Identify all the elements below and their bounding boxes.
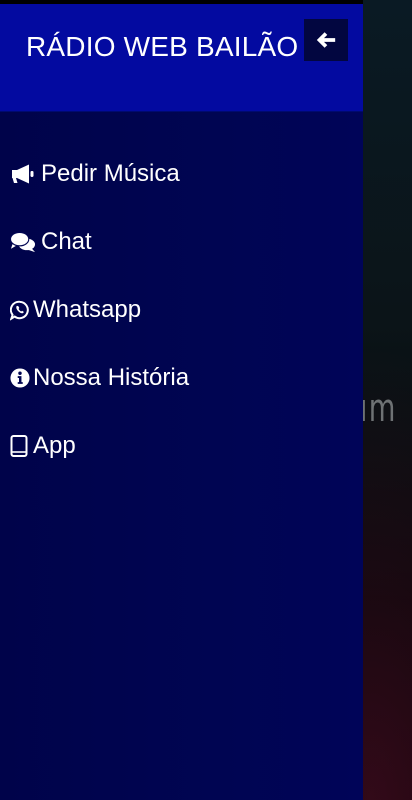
info-circle-icon (10, 366, 30, 390)
arrow-left-icon (316, 32, 336, 48)
drawer-menu: Pedir Música Chat Whatsapp Nossa Históri… (0, 140, 363, 480)
menu-item-label: Whatsapp (33, 296, 142, 323)
menu-item-pedir-musica[interactable]: Pedir Música (0, 140, 363, 208)
menu-item-label: App (33, 432, 76, 459)
tablet-icon (10, 434, 30, 458)
menu-item-label: Pedir Música (41, 160, 180, 187)
menu-item-label: Chat (41, 228, 92, 255)
status-strip (0, 0, 363, 4)
chat-bubbles-icon (10, 230, 36, 254)
whatsapp-icon (10, 298, 30, 322)
drawer-header: RÁDIO WEB BAILÃO (0, 0, 363, 112)
menu-item-app[interactable]: App (0, 412, 363, 480)
navigation-drawer: RÁDIO WEB BAILÃO Pedir Música Chat Whats… (0, 0, 363, 800)
menu-item-nossa-historia[interactable]: Nossa História (0, 344, 363, 412)
app-title: RÁDIO WEB BAILÃO (26, 31, 299, 62)
menu-item-whatsapp[interactable]: Whatsapp (0, 276, 363, 344)
app-screen: um RÁDIO WEB BAILÃO Pedir Música Chat Wh… (0, 0, 412, 800)
menu-item-chat[interactable]: Chat (0, 208, 363, 276)
megaphone-icon (10, 162, 36, 186)
menu-item-label: Nossa História (33, 364, 190, 391)
close-drawer-button[interactable] (304, 19, 348, 61)
